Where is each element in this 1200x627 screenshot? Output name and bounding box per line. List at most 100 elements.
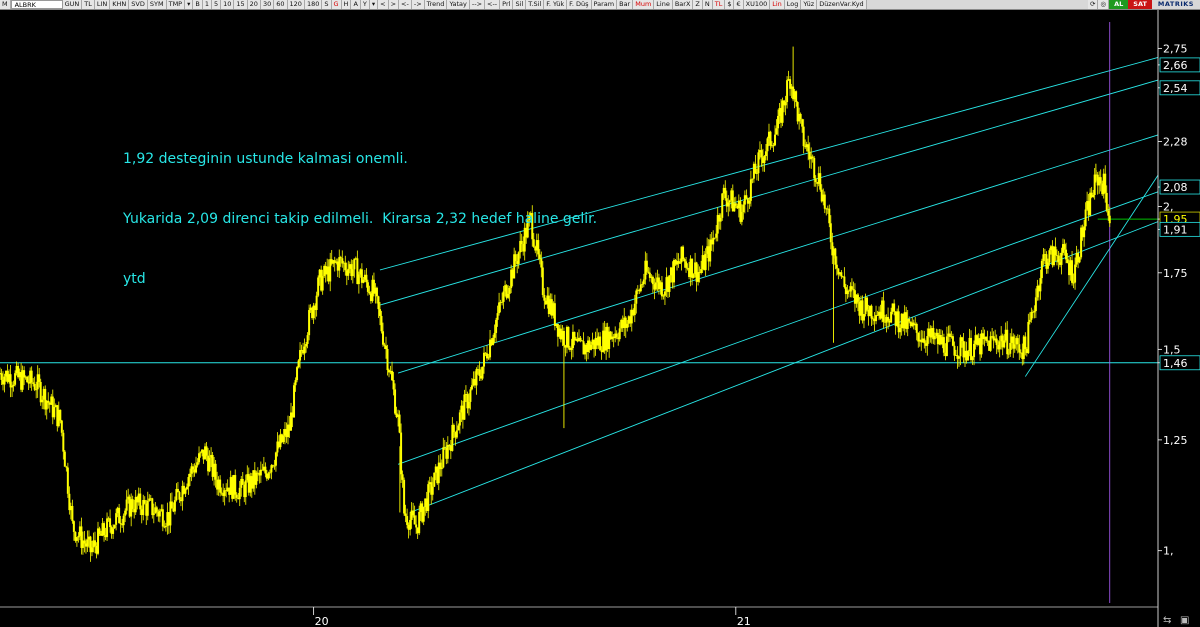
- toolbar-button-51[interactable]: Log: [784, 0, 802, 9]
- candle-body: [875, 315, 878, 322]
- y-tick-label: 1,46: [1163, 357, 1188, 370]
- candle-body: [483, 352, 486, 367]
- price-chart[interactable]: 2,752,662,542,282,082,1,951,911,751,51,4…: [0, 10, 1200, 627]
- toolbar-button-31[interactable]: Yatay: [447, 0, 470, 9]
- toolbar-button-37[interactable]: F. Yük: [544, 0, 568, 9]
- toolbar-button-11[interactable]: 1: [202, 0, 212, 9]
- candle-body: [455, 430, 458, 438]
- candle-body: [448, 444, 451, 446]
- buy-button[interactable]: AL: [1109, 0, 1129, 9]
- settings-icon[interactable]: ◎: [1098, 0, 1110, 9]
- toolbar-button-53[interactable]: DüzenVar.Kyd: [817, 0, 867, 9]
- candle-body: [62, 432, 65, 452]
- toolbar-button-44[interactable]: Z: [693, 0, 703, 9]
- toolbar-button-16[interactable]: 30: [260, 0, 275, 9]
- toolbar-button-0[interactable]: M: [0, 0, 11, 9]
- toolbar-button-6[interactable]: SVD: [129, 0, 148, 9]
- toolbar-button-24[interactable]: Y: [360, 0, 370, 9]
- toolbar-button-38[interactable]: F. Düş: [567, 0, 592, 9]
- toolbar-button-29[interactable]: ->: [411, 0, 425, 9]
- toolbar-button-42[interactable]: Line: [654, 0, 673, 9]
- toolbar-button-17[interactable]: 60: [274, 0, 288, 9]
- toolbar-button-47[interactable]: $: [725, 0, 735, 9]
- candle-body: [840, 272, 843, 277]
- toolbar-button-30[interactable]: Trend: [424, 0, 448, 9]
- candle-body: [274, 452, 277, 466]
- toolbar-button-52[interactable]: Yüz: [801, 0, 818, 9]
- toolbar-button-20[interactable]: S: [322, 0, 332, 9]
- candle-body: [14, 373, 17, 385]
- toolbar-button-10[interactable]: B: [193, 0, 203, 9]
- candle-body: [442, 447, 445, 468]
- candle-body: [409, 519, 412, 530]
- candle-body: [662, 295, 665, 297]
- candle-body: [1006, 329, 1009, 355]
- candle-body: [663, 291, 666, 296]
- toolbar-button-40[interactable]: Bar: [617, 0, 634, 9]
- candle-body: [305, 343, 308, 347]
- candle-body: [581, 340, 584, 342]
- symbol-input[interactable]: ALBRK: [10, 0, 63, 9]
- candle-body: [856, 294, 859, 302]
- candle-body: [772, 145, 775, 147]
- toolbar-button-48[interactable]: €: [734, 0, 744, 9]
- y-tick-label: 1,5: [1163, 343, 1181, 356]
- toolbar-button-19[interactable]: 180: [304, 0, 323, 9]
- toolbar-button-39[interactable]: Param: [591, 0, 618, 9]
- toolbar-button-25[interactable]: ▾: [369, 0, 379, 9]
- toolbar-button-49[interactable]: XU100: [743, 0, 771, 9]
- candle-body: [692, 274, 695, 278]
- toolbar-button-2[interactable]: GUN: [62, 0, 83, 9]
- candle-body: [131, 499, 134, 509]
- toolbar-button-43[interactable]: BarX: [672, 0, 694, 9]
- candle-body: [303, 346, 306, 354]
- toolbar-button-8[interactable]: TMP: [166, 0, 186, 9]
- candle-body: [998, 341, 1001, 350]
- toolbar-button-28[interactable]: <-: [399, 0, 412, 9]
- candle-body: [734, 203, 737, 206]
- sell-button[interactable]: SAT: [1128, 0, 1152, 9]
- toolbar-button-33[interactable]: <--: [485, 0, 501, 9]
- toolbar-button-41[interactable]: Mum: [633, 0, 655, 9]
- toolbar-button-13[interactable]: 10: [221, 0, 235, 9]
- toolbar-button-46[interactable]: TL: [712, 0, 726, 9]
- candle-body: [887, 316, 890, 321]
- toolbar-button-45[interactable]: N: [702, 0, 713, 9]
- toolbar-button-22[interactable]: H: [341, 0, 352, 9]
- candle-body: [618, 328, 621, 340]
- toolbar-button-7[interactable]: SYM: [147, 0, 167, 9]
- candle-body: [404, 513, 407, 517]
- candle-body: [65, 466, 68, 468]
- toolbar-button-26[interactable]: <: [378, 0, 389, 9]
- toolbar-button-5[interactable]: KHN: [110, 0, 130, 9]
- candle-body: [1072, 282, 1075, 284]
- toolbar-button-23[interactable]: A: [351, 0, 361, 9]
- toolbar-button-9[interactable]: ▾: [185, 0, 194, 9]
- toolbar-button-32[interactable]: -->: [469, 0, 486, 9]
- toolbar-button-36[interactable]: T.Sil: [526, 0, 545, 9]
- candle-body: [1054, 246, 1057, 256]
- candle-body: [1013, 344, 1016, 349]
- toolbar-button-18[interactable]: 120: [287, 0, 305, 9]
- refresh-icon[interactable]: ⟳: [1087, 0, 1099, 9]
- toolbar-button-35[interactable]: Sil: [513, 0, 527, 9]
- candle-body: [786, 80, 789, 103]
- candle-body: [158, 510, 161, 517]
- candle-body: [391, 370, 394, 381]
- candle-body: [195, 465, 198, 473]
- candle-body: [122, 515, 125, 526]
- candle-body: [151, 498, 154, 516]
- toolbar-button-14[interactable]: 15: [234, 0, 248, 9]
- toolbar-button-27[interactable]: >: [388, 0, 400, 9]
- candle-body: [971, 357, 974, 360]
- candle-body: [267, 473, 270, 479]
- candle-body: [713, 237, 716, 239]
- toolbar-button-12[interactable]: 5: [211, 0, 222, 9]
- toolbar-button-3[interactable]: TL: [82, 0, 95, 9]
- toolbar-button-4[interactable]: LIN: [94, 0, 111, 9]
- toolbar-button-34[interactable]: Prl: [500, 0, 514, 9]
- toolbar-button-15[interactable]: 20: [247, 0, 261, 9]
- candle-body: [38, 374, 41, 382]
- toolbar-button-21[interactable]: G: [331, 0, 342, 9]
- toolbar-button-50[interactable]: Lin: [770, 0, 785, 9]
